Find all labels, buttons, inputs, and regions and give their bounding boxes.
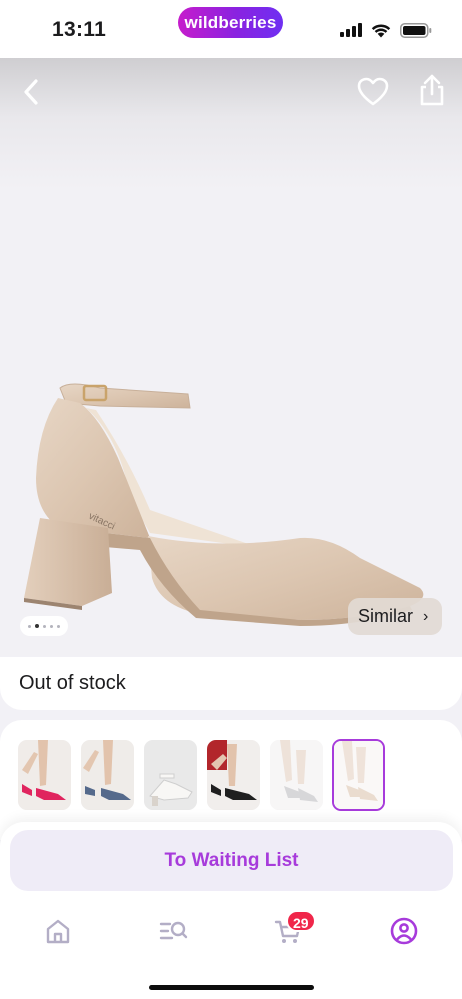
tab-home[interactable] — [43, 916, 73, 946]
status-time: 13:11 — [52, 18, 107, 41]
profile-icon — [390, 917, 418, 945]
battery-icon — [400, 22, 432, 38]
signal-icon — [340, 23, 362, 37]
catalog-search-icon — [159, 921, 188, 940]
product-gallery[interactable]: vitacci Similar › — [0, 58, 462, 656]
out-of-stock-label: Out of stock — [19, 672, 126, 694]
variant-image — [18, 740, 71, 810]
stock-status-card: Out of stock — [0, 657, 462, 710]
pagination-dot — [43, 624, 46, 628]
variant-image — [270, 740, 323, 810]
variant-thumb-light-gray[interactable] — [270, 740, 323, 810]
heart-icon — [357, 77, 389, 106]
chevron-right-icon: › — [423, 607, 429, 625]
home-indicator — [149, 985, 314, 990]
wifi-icon — [371, 23, 391, 37]
tab-catalog[interactable] — [158, 916, 188, 946]
waiting-list-button[interactable]: To Waiting List — [10, 830, 453, 891]
tab-bar — [0, 908, 462, 958]
pagination-dot-active — [35, 624, 39, 628]
share-icon — [420, 74, 444, 106]
bottom-action-sheet: To Waiting List 29 — [0, 822, 462, 999]
variant-thumb-pink[interactable] — [18, 740, 71, 810]
share-button[interactable] — [416, 72, 448, 108]
status-bar: 13:11 wildberries — [0, 0, 462, 58]
system-icons — [340, 20, 432, 40]
image-pagination — [20, 616, 68, 636]
pagination-dot — [28, 624, 31, 628]
variant-image — [334, 741, 383, 809]
variant-image — [144, 740, 197, 810]
variant-image — [207, 740, 260, 810]
back-arrow-icon — [24, 79, 38, 105]
similar-label: Similar — [358, 606, 414, 626]
pagination-dot — [50, 624, 53, 628]
variant-thumb-white[interactable] — [144, 740, 197, 810]
variant-image — [81, 740, 134, 810]
brand-logo: wildberries — [178, 7, 283, 38]
home-icon — [46, 919, 70, 944]
variant-thumb-blue[interactable] — [81, 740, 134, 810]
cart-count-badge: 29 — [286, 910, 316, 932]
pagination-dot — [57, 624, 60, 628]
back-button[interactable] — [16, 76, 46, 108]
variant-thumb-black[interactable] — [207, 740, 260, 810]
tab-profile[interactable] — [389, 916, 419, 946]
product-image: vitacci — [24, 383, 424, 626]
variant-thumb-beige[interactable] — [332, 739, 385, 811]
favorite-button[interactable] — [356, 76, 390, 108]
similar-button[interactable]: Similar › — [348, 598, 442, 635]
